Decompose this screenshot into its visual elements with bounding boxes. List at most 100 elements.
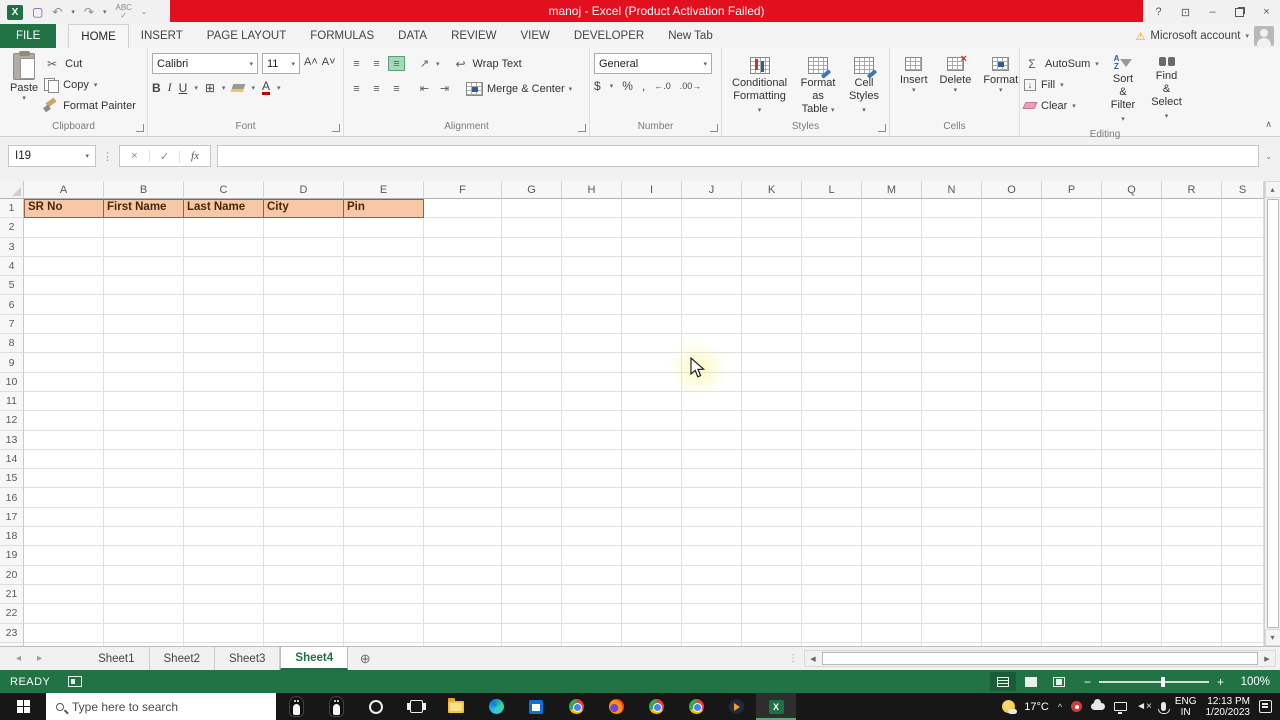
cell-P4[interactable] bbox=[1042, 256, 1102, 277]
cell-I23[interactable] bbox=[622, 623, 682, 643]
page-layout-view-button[interactable] bbox=[1018, 672, 1044, 691]
column-header-Q[interactable]: Q bbox=[1102, 181, 1162, 199]
cell-C10[interactable] bbox=[184, 372, 264, 392]
cell-I15[interactable] bbox=[622, 469, 682, 489]
clear-button[interactable]: Clear ▾ bbox=[1022, 95, 1099, 116]
cell-J24[interactable] bbox=[682, 642, 742, 646]
cell-R3[interactable] bbox=[1162, 237, 1222, 257]
cell-E24[interactable] bbox=[344, 642, 424, 646]
cell-F4[interactable] bbox=[424, 256, 502, 277]
cell-A17[interactable] bbox=[24, 507, 104, 528]
cell-P5[interactable] bbox=[1042, 276, 1102, 296]
cell-J8[interactable] bbox=[682, 334, 742, 354]
cell-S13[interactable] bbox=[1222, 430, 1264, 450]
cell-L1[interactable] bbox=[802, 199, 862, 219]
cell-E13[interactable] bbox=[344, 430, 424, 450]
cell-O10[interactable] bbox=[982, 372, 1042, 392]
cell-R19[interactable] bbox=[1162, 546, 1222, 566]
cell-O19[interactable] bbox=[982, 546, 1042, 566]
cell-F21[interactable] bbox=[424, 584, 502, 605]
cell-P19[interactable] bbox=[1042, 546, 1102, 566]
cell-M9[interactable] bbox=[862, 353, 922, 373]
cell-A6[interactable] bbox=[24, 295, 104, 315]
cell-P3[interactable] bbox=[1042, 237, 1102, 257]
cell-Q20[interactable] bbox=[1102, 565, 1162, 585]
cell-S5[interactable] bbox=[1222, 276, 1264, 296]
onedrive-tray-icon[interactable] bbox=[1091, 699, 1106, 710]
vertical-scrollbar[interactable]: ▴ ▾ bbox=[1264, 181, 1280, 646]
cell-N13[interactable] bbox=[922, 430, 982, 450]
zoom-level[interactable]: 100% bbox=[1236, 676, 1270, 688]
cell-M3[interactable] bbox=[862, 237, 922, 257]
normal-view-button[interactable] bbox=[989, 672, 1016, 691]
cell-J3[interactable] bbox=[682, 237, 742, 257]
tab-insert[interactable]: INSERT bbox=[129, 24, 195, 48]
cell-H5[interactable] bbox=[562, 276, 622, 296]
cell-O21[interactable] bbox=[982, 584, 1042, 605]
cell-F11[interactable] bbox=[424, 391, 502, 412]
cell-O8[interactable] bbox=[982, 334, 1042, 354]
cell-L21[interactable] bbox=[802, 584, 862, 605]
number-dialog-launcher-icon[interactable] bbox=[710, 124, 718, 132]
cell-C13[interactable] bbox=[184, 430, 264, 450]
column-header-F[interactable]: F bbox=[424, 181, 502, 199]
volume-muted-icon[interactable]: ◄× bbox=[1136, 701, 1152, 712]
cell-Q5[interactable] bbox=[1102, 276, 1162, 296]
cell-N24[interactable] bbox=[922, 642, 982, 646]
cell-N5[interactable] bbox=[922, 276, 982, 296]
row-header-19[interactable]: 19 bbox=[0, 546, 24, 566]
cell-Q9[interactable] bbox=[1102, 353, 1162, 373]
row-header-22[interactable]: 22 bbox=[0, 604, 24, 624]
cell-B19[interactable] bbox=[104, 546, 184, 566]
cell-J23[interactable] bbox=[682, 623, 742, 643]
comma-style-icon[interactable]: , bbox=[642, 79, 645, 93]
cell-K12[interactable] bbox=[742, 411, 802, 431]
row-header-6[interactable]: 6 bbox=[0, 295, 24, 315]
cell-K10[interactable] bbox=[742, 372, 802, 392]
cell-G24[interactable] bbox=[502, 642, 562, 646]
cell-F24[interactable] bbox=[424, 642, 502, 646]
cell-C19[interactable] bbox=[184, 546, 264, 566]
cell-C22[interactable] bbox=[184, 604, 264, 624]
cell-G1[interactable] bbox=[502, 199, 562, 219]
cell-D15[interactable] bbox=[264, 469, 344, 489]
cell-C4[interactable] bbox=[184, 256, 264, 277]
cell-B15[interactable] bbox=[104, 469, 184, 489]
display-tray-icon[interactable] bbox=[1114, 702, 1128, 714]
column-header-M[interactable]: M bbox=[862, 181, 922, 199]
cell-P6[interactable] bbox=[1042, 295, 1102, 315]
cell-R10[interactable] bbox=[1162, 372, 1222, 392]
cell-G2[interactable] bbox=[502, 218, 562, 238]
format-as-table-button[interactable]: Format as Table ▾ bbox=[793, 55, 843, 120]
cell-A1[interactable]: SR No bbox=[24, 199, 104, 219]
cell-J22[interactable] bbox=[682, 604, 742, 624]
cell-Q23[interactable] bbox=[1102, 623, 1162, 643]
column-header-D[interactable]: D bbox=[264, 181, 344, 199]
spelling-icon[interactable]: ABC ✓ bbox=[116, 4, 132, 20]
cell-M21[interactable] bbox=[862, 584, 922, 605]
cell-K24[interactable] bbox=[742, 642, 802, 646]
sort-filter-button[interactable]: AZ Sort & Filter ▾ bbox=[1105, 53, 1141, 128]
cell-L20[interactable] bbox=[802, 565, 862, 585]
cell-R20[interactable] bbox=[1162, 565, 1222, 585]
cell-A23[interactable] bbox=[24, 623, 104, 643]
cell-K11[interactable] bbox=[742, 391, 802, 412]
column-header-O[interactable]: O bbox=[982, 181, 1042, 199]
cell-F23[interactable] bbox=[424, 623, 502, 643]
cell-D21[interactable] bbox=[264, 584, 344, 605]
redo-dropdown-icon[interactable]: ▾ bbox=[103, 8, 107, 16]
cell-J1[interactable] bbox=[682, 199, 742, 219]
cell-I5[interactable] bbox=[622, 276, 682, 296]
cell-Q12[interactable] bbox=[1102, 411, 1162, 431]
cell-O1[interactable] bbox=[982, 199, 1042, 219]
top-align-icon[interactable]: ≡ bbox=[348, 56, 365, 71]
cell-D16[interactable] bbox=[264, 488, 344, 508]
cell-P8[interactable] bbox=[1042, 334, 1102, 354]
cell-A11[interactable] bbox=[24, 391, 104, 412]
cell-D1[interactable]: City bbox=[264, 199, 344, 219]
customize-qat-icon[interactable]: ⌄ bbox=[141, 8, 147, 16]
cell-M19[interactable] bbox=[862, 546, 922, 566]
cell-K13[interactable] bbox=[742, 430, 802, 450]
cell-E2[interactable] bbox=[344, 218, 424, 238]
underline-dropdown-icon[interactable]: ▾ bbox=[194, 84, 198, 92]
